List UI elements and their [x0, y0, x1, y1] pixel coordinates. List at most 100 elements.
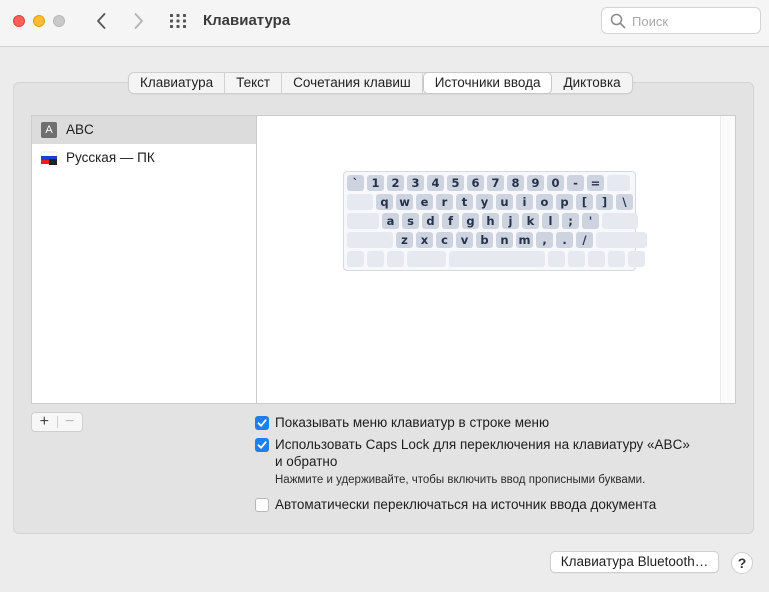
tab-bar: Клавиатура Текст Сочетания клавиш Источн… — [128, 72, 633, 94]
forward-button[interactable] — [127, 10, 149, 32]
search-placeholder: Поиск — [632, 14, 669, 29]
checkmark-icon — [257, 419, 267, 427]
keyboard-key: d — [422, 213, 439, 229]
tab-input-sources[interactable]: Источники ввода — [422, 72, 553, 94]
keyboard-blank-key — [407, 251, 446, 267]
keyboard-key: 7 — [487, 175, 504, 191]
keyboard-blank-key — [628, 251, 645, 267]
list-item-label: Русская — ПК — [66, 150, 155, 165]
title-bar: Клавиатура Поиск — [0, 0, 769, 47]
keyboard-blank-key — [367, 251, 384, 267]
search-field[interactable]: Поиск — [601, 7, 761, 34]
auto-switch-label: Автоматически переключаться на источник … — [275, 497, 657, 512]
keyboard-key: s — [402, 213, 419, 229]
keyboard-key: g — [462, 213, 479, 229]
checkmark-icon — [257, 441, 267, 449]
keyboard-row-3: a s d f g h j k l; ' — [347, 213, 638, 229]
minimize-window-button[interactable] — [33, 15, 45, 27]
keyboard-key: p — [556, 194, 573, 210]
show-menu-label: Показывать меню клавиатур в строке меню — [275, 415, 550, 430]
keyboard-blank-key — [347, 251, 364, 267]
keyboard-key: = — [587, 175, 604, 191]
keyboard-blank-key — [596, 232, 647, 248]
keyboard-key: 1 — [367, 175, 384, 191]
list-item-abc[interactable]: A ABC — [32, 116, 256, 144]
chevron-left-icon — [97, 13, 106, 29]
keyboard-key: x — [416, 232, 433, 248]
keyboard-key: j — [502, 213, 519, 229]
preview-scrollbar[interactable] — [720, 116, 735, 403]
keyboard-preview-area: ` 1 2 3 4 5 6 7 8 9 0- = q w e r t y u i o p[] \ a s d f g h j k l; ' … — [256, 115, 736, 404]
keyboard-key: z — [396, 232, 413, 248]
keyboard-blank-key — [347, 194, 373, 210]
search-icon — [610, 13, 626, 29]
keyboard-key: , — [536, 232, 553, 248]
keyboard-blank-key — [387, 251, 404, 267]
keyboard-row-2: q w e r t y u i o p[] \ — [347, 194, 633, 210]
keyboard-key: y — [476, 194, 493, 210]
input-sources-list: A ABC Русская — ПК — [31, 115, 256, 404]
keyboard-key: i — [516, 194, 533, 210]
keyboard-key: ` — [347, 175, 364, 191]
chevron-right-icon — [134, 13, 143, 29]
keyboard-blank-key — [449, 251, 545, 267]
keyboard-row-5 — [347, 251, 645, 267]
keyboard-key: a — [382, 213, 399, 229]
list-item-russian[interactable]: Русская — ПК — [32, 144, 256, 172]
list-item-label: ABC — [66, 122, 94, 137]
keyboard-key: 8 — [507, 175, 524, 191]
keyboard-key: m — [516, 232, 533, 248]
keyboard-key: q — [376, 194, 393, 210]
remove-source-button[interactable]: − — [58, 413, 83, 431]
keyboard-row-1: ` 1 2 3 4 5 6 7 8 9 0- = — [347, 175, 630, 191]
keyboard-key: b — [476, 232, 493, 248]
keyboard-key: 4 — [427, 175, 444, 191]
window-title: Клавиатура — [203, 12, 291, 29]
add-source-button[interactable]: + — [32, 413, 57, 431]
keyboard-key: \ — [616, 194, 633, 210]
keyboard-blank-key — [588, 251, 605, 267]
show-menu-checkbox[interactable] — [255, 416, 269, 430]
tab-text[interactable]: Текст — [225, 73, 283, 93]
keyboard-key: c — [436, 232, 453, 248]
keyboard-key: ] — [596, 194, 613, 210]
keyboard-key: k — [522, 213, 539, 229]
keyboard-key: t — [456, 194, 473, 210]
keyboard-key: / — [576, 232, 593, 248]
russian-flag-icon — [41, 151, 57, 165]
grid-icon — [170, 14, 186, 28]
keyboard-key: w — [396, 194, 413, 210]
back-button[interactable] — [91, 10, 113, 32]
keyboard-key: v — [456, 232, 473, 248]
help-button[interactable]: ? — [731, 552, 753, 574]
keyboard-key: r — [436, 194, 453, 210]
tab-keyboard[interactable]: Клавиатура — [129, 73, 226, 93]
keyboard-blank-key — [347, 232, 393, 248]
keyboard-key: l — [542, 213, 559, 229]
keyboard-blank-key — [602, 213, 638, 229]
auto-switch-checkbox[interactable] — [255, 498, 269, 512]
keyboard-layout-preview: ` 1 2 3 4 5 6 7 8 9 0- = q w e r t y u i o p[] \ a s d f g h j k l; ' … — [343, 171, 647, 271]
keyboard-key: [ — [576, 194, 593, 210]
keyboard-blank-key — [548, 251, 565, 267]
close-window-button[interactable] — [13, 15, 25, 27]
abc-layout-icon: A — [41, 122, 57, 138]
keyboard-key: 6 — [467, 175, 484, 191]
keyboard-key: - — [567, 175, 584, 191]
keyboard-blank-key — [347, 213, 379, 229]
keyboard-blank-key — [607, 175, 630, 191]
keyboard-key: f — [442, 213, 459, 229]
zoom-window-button[interactable] — [53, 15, 65, 27]
tab-shortcuts[interactable]: Сочетания клавиш — [282, 73, 423, 93]
show-all-button[interactable] — [169, 13, 187, 29]
keyboard-blank-key — [568, 251, 585, 267]
keyboard-key: 5 — [447, 175, 464, 191]
bluetooth-keyboard-button[interactable]: Клавиатура Bluetooth… — [550, 551, 719, 573]
keyboard-key: o — [536, 194, 553, 210]
tab-dictation[interactable]: Диктовка — [552, 73, 631, 93]
keyboard-key: u — [496, 194, 513, 210]
keyboard-key: ; — [562, 213, 579, 229]
keyboard-key: 2 — [387, 175, 404, 191]
add-remove-controls: + − — [31, 412, 83, 432]
caps-lock-checkbox[interactable] — [255, 438, 269, 452]
